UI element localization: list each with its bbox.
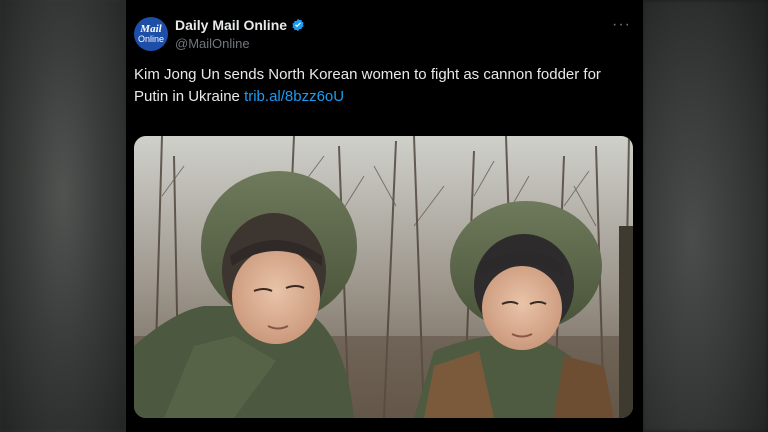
avatar-logo-line2: Online bbox=[137, 34, 164, 44]
author-row: Daily Mail Online bbox=[175, 17, 305, 33]
avatar[interactable]: Mail Online bbox=[134, 17, 168, 51]
photo-soldiers bbox=[134, 136, 633, 418]
tweet-text: Kim Jong Un sends North Korean women to … bbox=[134, 64, 629, 108]
tweet-card[interactable]: Mail Online Daily Mail Online @MailOnlin… bbox=[126, 0, 643, 432]
blurred-background-left bbox=[0, 0, 126, 432]
more-options-icon[interactable]: ··· bbox=[612, 16, 631, 34]
account-handle[interactable]: @MailOnline bbox=[175, 36, 250, 51]
tweet-link[interactable]: trib.al/8bzz6oU bbox=[244, 88, 344, 105]
verified-badge-icon bbox=[292, 18, 304, 32]
tweet-body: Kim Jong Un sends North Korean women to … bbox=[134, 66, 601, 105]
display-name[interactable]: Daily Mail Online bbox=[175, 17, 287, 33]
blurred-background-right bbox=[642, 0, 768, 432]
tweet-media-image[interactable] bbox=[134, 136, 633, 418]
